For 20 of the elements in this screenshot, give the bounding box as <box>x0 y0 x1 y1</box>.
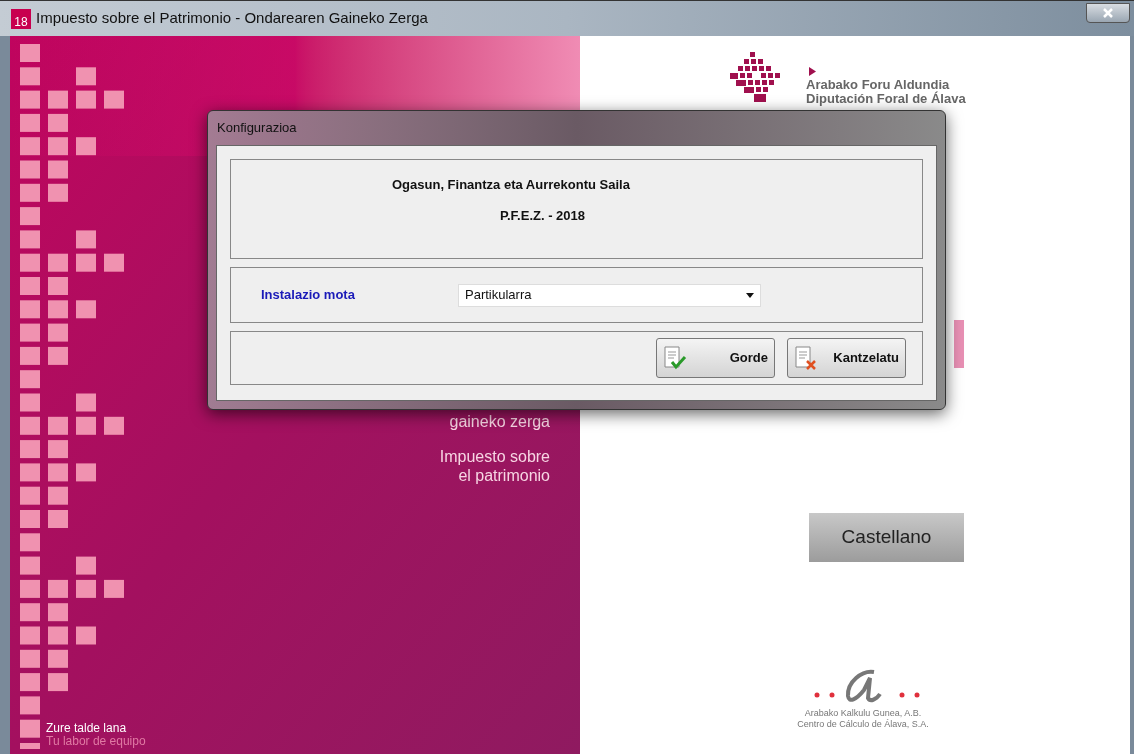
company-name: Centro de Cálculo de Álava, S.A. <box>797 719 929 730</box>
footer-subtext: Tu labor de equipo <box>46 735 146 748</box>
tagline-text: el patrimonio <box>458 466 550 485</box>
org-name: Arabako Foru Aldundia <box>806 78 950 92</box>
year-label: P.F.E.Z. - 2018 <box>500 207 586 225</box>
org-name: Diputación Foral de Álava <box>806 92 966 106</box>
language-button[interactable]: Castellano <box>809 513 964 562</box>
field-label: Instalazio mota <box>261 286 356 305</box>
app-icon-number: 18 <box>14 15 28 29</box>
footer-text: Zure talde lana <box>46 722 128 735</box>
tagline-text: gaineko zerga <box>449 412 550 431</box>
dialog-title: Konfigurazioa <box>217 119 297 138</box>
department-name: Ogasun, Finantza eta Aurrekontu Saila <box>392 176 630 194</box>
cancel-button[interactable]: Kantzelatu <box>787 338 906 378</box>
tagline-text: Impuesto sobre <box>439 447 550 466</box>
company-name: Arabako Kalkulu Gunea, A.B. <box>804 708 922 719</box>
dropdown-value: Partikularra <box>465 286 532 305</box>
save-button[interactable]: Gorde <box>656 338 775 378</box>
window-title: Impuesto sobre el Patrimonio - Ondarearen Gaineko Zerga <box>36 8 428 29</box>
installation-type-dropdown[interactable]: Partikularra <box>458 283 761 307</box>
